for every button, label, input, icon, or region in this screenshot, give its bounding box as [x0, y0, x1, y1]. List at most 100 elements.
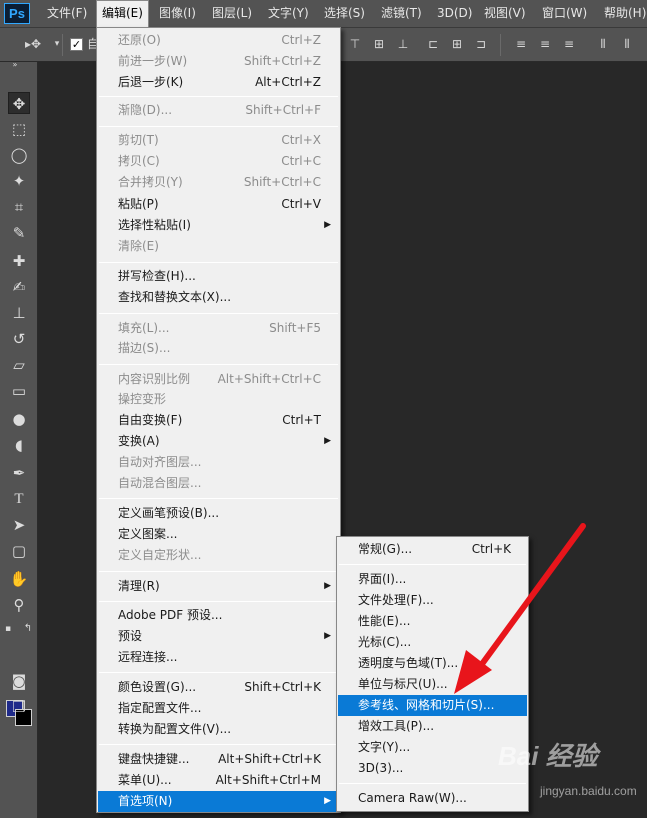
lasso-tool-icon[interactable]: ◯	[8, 144, 30, 166]
distribute-vcenter-icon[interactable]: ≡	[538, 37, 552, 51]
edit-menu-item[interactable]: 拷贝(C) Ctrl+C	[98, 151, 339, 172]
edit-menu-item[interactable]: Adobe PDF 预设...	[98, 605, 339, 626]
screen-mode-icon[interactable]: ❐	[8, 696, 30, 718]
edit-menu-item[interactable]: 预设 ▶	[98, 626, 339, 647]
marquee-tool-icon[interactable]: ⬚	[8, 118, 30, 140]
preferences-submenu-item[interactable]: 常规(G)... Ctrl+K	[338, 539, 527, 560]
align-hcenter-icon[interactable]: ⊞	[450, 37, 464, 51]
eraser-tool-icon[interactable]: ▱	[8, 354, 30, 376]
clone-stamp-tool-icon[interactable]: ⊥	[8, 302, 30, 324]
align-right-icon[interactable]: ⊐	[474, 37, 488, 51]
edit-menu-item[interactable]: 填充(L)... Shift+F5	[98, 318, 339, 339]
edit-menu-item[interactable]: 首选项(N) ▶	[98, 791, 339, 812]
align-top-icon[interactable]: ⊤	[348, 37, 362, 51]
edit-menu-item[interactable]: 自由变换(F) Ctrl+T	[98, 410, 339, 431]
preferences-submenu-item[interactable]: 参考线、网格和切片(S)...	[338, 695, 527, 716]
magic-wand-tool-icon[interactable]: ✦	[8, 170, 30, 192]
distribute-bottom-icon[interactable]: ≡	[562, 37, 576, 51]
edit-menu-item[interactable]: 菜单(U)... Alt+Shift+Ctrl+M	[98, 770, 339, 791]
history-brush-tool-icon[interactable]: ↺	[8, 328, 30, 350]
move-tool-icon[interactable]: ▸✥	[22, 37, 44, 51]
edit-menu-item[interactable]: 查找和替换文本(X)...	[98, 287, 339, 308]
edit-menu-item[interactable]: 自动对齐图层...	[98, 452, 339, 473]
preferences-submenu-item[interactable]: 性能(E)...	[338, 611, 527, 632]
eyedropper-tool-icon[interactable]: ✎	[8, 222, 30, 244]
edit-menu-item[interactable]: 转换为配置文件(V)...	[98, 719, 339, 740]
menu-type[interactable]: 文字(Y)	[268, 0, 309, 27]
menu-separator	[99, 601, 338, 602]
edit-menu-item[interactable]: 还原(O) Ctrl+Z	[98, 30, 339, 51]
crop-tool-icon[interactable]: ⌗	[8, 196, 30, 218]
blur-tool-icon[interactable]: ●	[8, 408, 30, 430]
menu-item-label: 合并拷贝(Y)	[118, 175, 183, 189]
menu-3d[interactable]: 3D(D)	[437, 0, 472, 27]
edit-menu-item[interactable]: 指定配置文件...	[98, 698, 339, 719]
edit-menu-item[interactable]: 变换(A) ▶	[98, 431, 339, 452]
edit-menu-item[interactable]: 粘贴(P) Ctrl+V	[98, 194, 339, 215]
edit-menu-item[interactable]: 定义自定形状...	[98, 545, 339, 566]
edit-menu-item[interactable]: 定义画笔预设(B)...	[98, 503, 339, 524]
menu-edit[interactable]: 编辑(E)	[96, 0, 149, 28]
edit-menu-item[interactable]: 剪切(T) Ctrl+X	[98, 130, 339, 151]
pen-tool-icon[interactable]: ✒	[8, 462, 30, 484]
edit-menu-item[interactable]: 远程连接...	[98, 647, 339, 668]
edit-menu-item[interactable]: 颜色设置(G)... Shift+Ctrl+K	[98, 677, 339, 698]
edit-menu-item[interactable]: 渐隐(D)... Shift+Ctrl+F	[98, 100, 339, 121]
hand-tool-icon[interactable]: ✋	[8, 568, 30, 590]
tools-panel: » ✥ ⬚ ◯ ✦ ⌗ ✎ ✚ ✍ ⊥ ↺ ▱ ▭ ● ◖ ✒ T ➤ ▢ ✋ …	[0, 60, 38, 818]
menu-item-label: 定义图案...	[118, 527, 178, 541]
menu-item-label: 单位与标尺(U)...	[358, 677, 448, 691]
preferences-submenu-item[interactable]: 增效工具(P)...	[338, 716, 527, 737]
default-colors-icon[interactable]: ▪	[2, 618, 14, 640]
menu-filter[interactable]: 滤镜(T)	[381, 0, 422, 27]
align-vcenter-icon[interactable]: ⊞	[372, 37, 386, 51]
menu-item-label: 光标(C)...	[358, 635, 412, 649]
align-bottom-icon[interactable]: ⊥	[396, 37, 410, 51]
edit-menu-item[interactable]: 清除(E)	[98, 236, 339, 257]
preferences-submenu-item[interactable]: 单位与标尺(U)...	[338, 674, 527, 695]
gradient-tool-icon[interactable]: ▭	[8, 380, 30, 402]
menu-select[interactable]: 选择(S)	[324, 0, 365, 27]
preferences-submenu-item[interactable]: 界面(I)...	[338, 569, 527, 590]
edit-menu-item[interactable]: 前进一步(W) Shift+Ctrl+Z	[98, 51, 339, 72]
edit-menu-item[interactable]: 拼写检查(H)...	[98, 266, 339, 287]
edit-menu-item[interactable]: 定义图案...	[98, 524, 339, 545]
align-left-icon[interactable]: ⊏	[426, 37, 440, 51]
distribute-top-icon[interactable]: ≡	[514, 37, 528, 51]
menu-layer[interactable]: 图层(L)	[212, 0, 252, 27]
edit-menu-item[interactable]: 操控变形	[98, 389, 339, 410]
edit-menu-item[interactable]: 合并拷贝(Y) Shift+Ctrl+C	[98, 172, 339, 193]
type-tool-icon[interactable]: T	[8, 488, 30, 510]
auto-select-checkbox[interactable]: ✓	[70, 38, 83, 51]
menu-separator	[99, 262, 338, 263]
menu-image[interactable]: 图像(I)	[159, 0, 196, 27]
distribute-left-icon[interactable]: ⦀	[596, 37, 610, 51]
menu-file[interactable]: 文件(F)	[47, 0, 87, 27]
edit-menu-item[interactable]: 内容识别比例 Alt+Shift+Ctrl+C	[98, 369, 339, 390]
zoom-tool-icon[interactable]: ⚲	[8, 594, 30, 616]
edit-menu-item[interactable]: 选择性粘贴(I) ▶	[98, 215, 339, 236]
shape-tool-icon[interactable]: ▢	[8, 540, 30, 562]
preferences-submenu-item[interactable]: 光标(C)...	[338, 632, 527, 653]
edit-menu-item[interactable]: 描边(S)...	[98, 338, 339, 359]
edit-menu-item[interactable]: 自动混合图层...	[98, 473, 339, 494]
move-tool-icon[interactable]: ✥	[8, 92, 30, 114]
brush-tool-icon[interactable]: ✍	[8, 276, 30, 298]
dodge-tool-icon[interactable]: ◖	[8, 434, 30, 456]
submenu-arrow-icon: ▶	[324, 796, 331, 806]
preferences-submenu-item[interactable]: 文件处理(F)...	[338, 590, 527, 611]
distribute-hcenter-icon[interactable]: ⦀	[620, 37, 634, 51]
menu-window[interactable]: 窗口(W)	[542, 0, 587, 27]
menu-view[interactable]: 视图(V)	[484, 0, 526, 27]
quick-mask-icon[interactable]: ◙	[8, 670, 30, 692]
panel-collapse-icon[interactable]: »	[4, 60, 26, 70]
healing-brush-tool-icon[interactable]: ✚	[8, 250, 30, 272]
edit-menu-item[interactable]: 键盘快捷键... Alt+Shift+Ctrl+K	[98, 749, 339, 770]
path-selection-tool-icon[interactable]: ➤	[8, 514, 30, 536]
edit-menu-item[interactable]: 后退一步(K) Alt+Ctrl+Z	[98, 72, 339, 93]
edit-menu-item[interactable]: 清理(R) ▶	[98, 576, 339, 597]
menu-help[interactable]: 帮助(H)	[604, 0, 646, 27]
menu-separator	[99, 498, 338, 499]
swap-colors-icon[interactable]: ↰	[22, 618, 34, 640]
preferences-submenu-item[interactable]: 透明度与色域(T)...	[338, 653, 527, 674]
